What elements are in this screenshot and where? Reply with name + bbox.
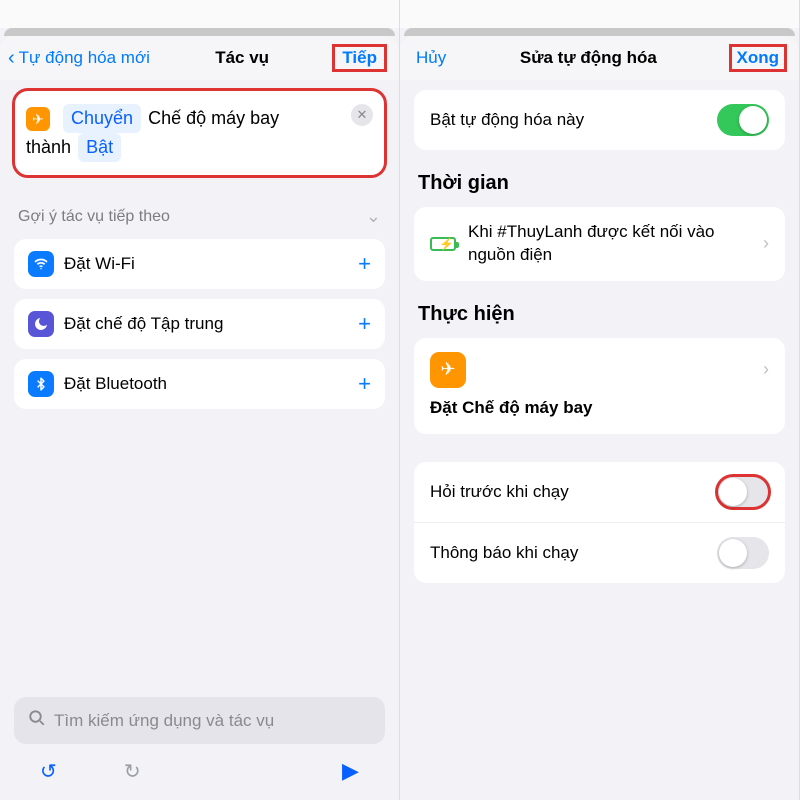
enable-label: Bật tự động hóa này [430, 110, 584, 130]
nav-back[interactable]: ‹ Tự động hóa mới [8, 48, 150, 68]
content: ✈ Chuyển Chế độ máy bay thành Bật ✕ Gợi … [0, 80, 399, 687]
do-section-title: Thực hiện [414, 303, 785, 338]
do-card[interactable]: ✈ › Đặt Chế độ máy bay [414, 338, 785, 434]
suggestions-header-label: Gợi ý tác vụ tiếp theo [18, 208, 170, 226]
run-button[interactable]: ▶ [342, 758, 359, 784]
nav-bar: Hủy Sửa tự động hóa Xong [400, 36, 799, 80]
enable-card: Bật tự động hóa này [414, 90, 785, 150]
content: Bật tự động hóa này Thời gian ⚡ Khi #Thu… [400, 80, 799, 800]
next-label: Tiếp [342, 48, 377, 67]
search-placeholder: Tìm kiếm ứng dụng và tác vụ [54, 711, 274, 731]
nav-title: Tác vụ [215, 48, 269, 68]
verb-token[interactable]: Chuyển [63, 104, 141, 133]
ask-before-toggle[interactable] [717, 476, 769, 508]
nav-bar: ‹ Tự động hóa mới Tác vụ Tiếp [0, 36, 399, 80]
sheet-peek [404, 28, 795, 36]
bottom-toolbar: ↺ ↻ ▶ [14, 744, 385, 800]
action-prefix: thành [26, 137, 71, 157]
cancel-label: Hủy [416, 48, 446, 68]
suggestion-focus[interactable]: Đặt chế độ Tập trung + [14, 299, 385, 349]
time-section-title: Thời gian [414, 172, 785, 207]
moon-icon [28, 311, 54, 337]
suggestion-wifi-label: Đặt Wi-Fi [64, 254, 135, 274]
enable-row: Bật tự động hóa này [414, 90, 785, 150]
suggestions-header[interactable]: Gợi ý tác vụ tiếp theo ⌄ [14, 202, 385, 239]
chevron-left-icon: ‹ [8, 48, 15, 68]
sheet-peek [4, 28, 395, 36]
nav-title: Sửa tự động hóa [520, 48, 657, 68]
done-label: Xong [737, 48, 780, 67]
battery-charging-icon: ⚡ [430, 237, 456, 251]
suggestion-wifi[interactable]: Đặt Wi-Fi + [14, 239, 385, 289]
add-icon: + [358, 371, 371, 397]
suggestion-focus-label: Đặt chế độ Tập trung [64, 314, 223, 334]
trigger-text: Khi #ThuyLanh được kết nối vào nguồn điệ… [468, 221, 763, 267]
suggestion-bluetooth-label: Đặt Bluetooth [64, 374, 167, 394]
suggestion-bluetooth[interactable]: Đặt Bluetooth + [14, 359, 385, 409]
notify-toggle[interactable] [717, 537, 769, 569]
bluetooth-icon [28, 371, 54, 397]
run-options-card: Hỏi trước khi chạy Thông báo khi chạy [414, 462, 785, 583]
search-icon [28, 709, 46, 732]
chevron-right-icon: › [763, 233, 769, 254]
status-bar [400, 0, 799, 28]
notify-row: Thông báo khi chạy [414, 522, 785, 583]
do-action-label: Đặt Chế độ máy bay [430, 398, 769, 418]
chevron-down-icon: ⌄ [366, 206, 381, 227]
nav-back-label: Tự động hóa mới [19, 48, 150, 68]
left-phone: ‹ Tự động hóa mới Tác vụ Tiếp ✈ Chuyển C… [0, 0, 400, 800]
sheet: ‹ Tự động hóa mới Tác vụ Tiếp ✈ Chuyển C… [0, 36, 399, 800]
undo-button[interactable]: ↺ [40, 759, 57, 784]
next-button[interactable]: Tiếp [334, 46, 385, 70]
state-token[interactable]: Bật [78, 133, 121, 162]
notify-label: Thông báo khi chạy [430, 543, 578, 563]
redo-button[interactable]: ↻ [124, 759, 141, 784]
airplane-icon: ✈ [430, 352, 466, 388]
search-input[interactable]: Tìm kiếm ứng dụng và tác vụ [14, 697, 385, 744]
status-bar [0, 0, 399, 28]
sheet: Hủy Sửa tự động hóa Xong Bật tự động hóa… [400, 36, 799, 800]
add-icon: + [358, 251, 371, 277]
airplane-icon: ✈ [26, 107, 50, 131]
action-card[interactable]: ✈ Chuyển Chế độ máy bay thành Bật ✕ [14, 90, 385, 176]
wifi-icon [28, 251, 54, 277]
ask-before-row: Hỏi trước khi chạy [414, 462, 785, 522]
chevron-right-icon: › [763, 359, 769, 380]
trigger-card[interactable]: ⚡ Khi #ThuyLanh được kết nối vào nguồn đ… [414, 207, 785, 281]
cancel-button[interactable]: Hủy [408, 48, 446, 68]
remove-action-button[interactable]: ✕ [351, 104, 373, 126]
done-button[interactable]: Xong [731, 46, 786, 70]
action-mid-text: Chế độ máy bay [148, 108, 279, 128]
add-icon: + [358, 311, 371, 337]
right-phone: Hủy Sửa tự động hóa Xong Bật tự động hóa… [400, 0, 800, 800]
enable-toggle[interactable] [717, 104, 769, 136]
ask-label: Hỏi trước khi chạy [430, 482, 569, 502]
bottom-area: Tìm kiếm ứng dụng và tác vụ ↺ ↻ ▶ [0, 687, 399, 800]
